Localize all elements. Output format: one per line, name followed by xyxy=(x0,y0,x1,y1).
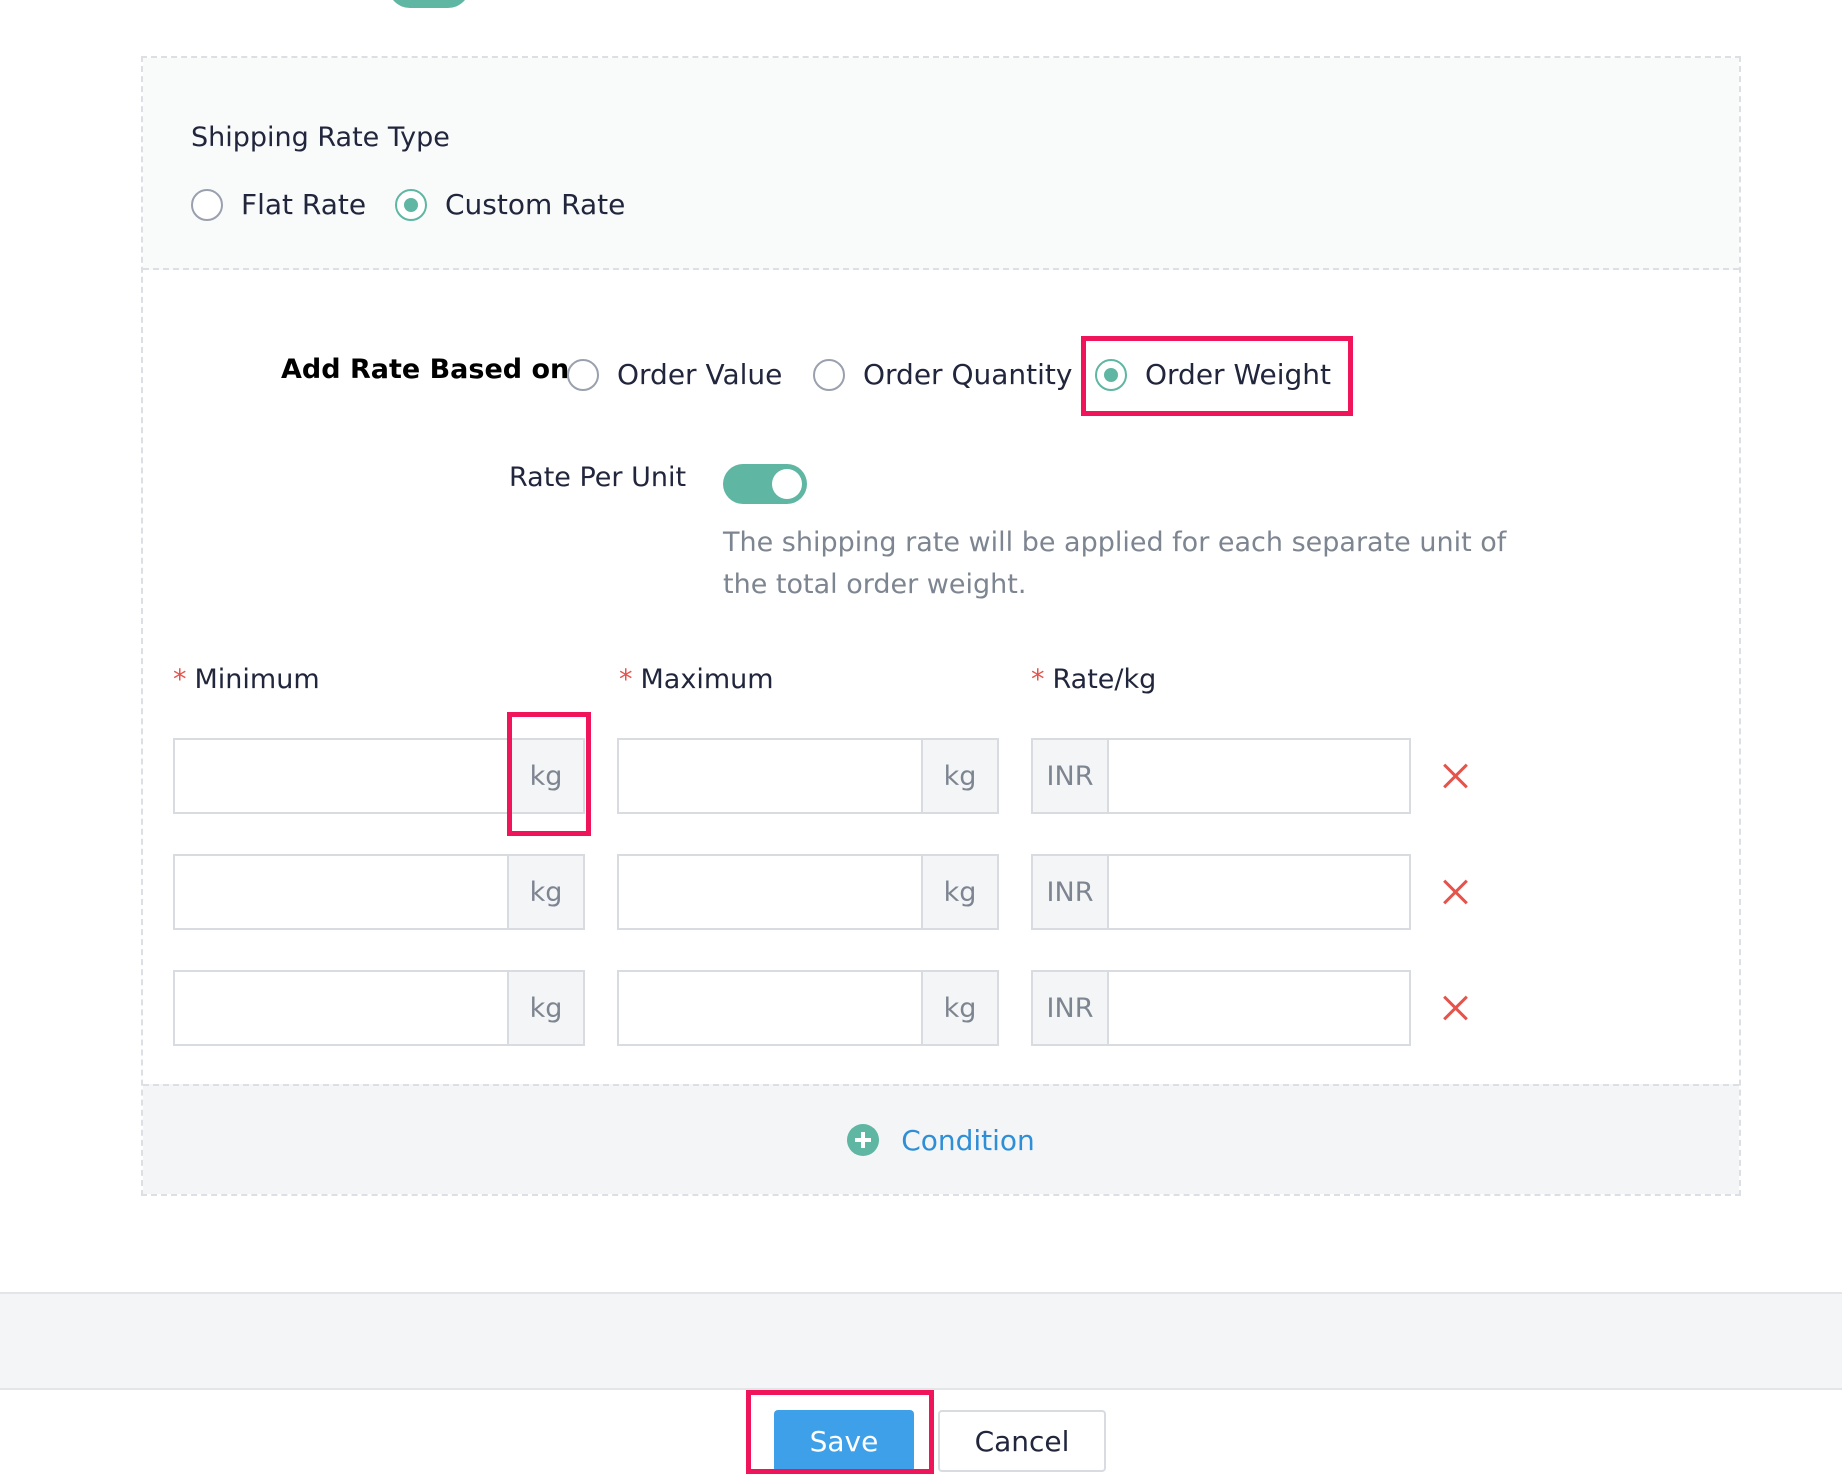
rate-input[interactable] xyxy=(1107,738,1411,814)
highlight-order-weight xyxy=(1081,336,1353,416)
radio-order-value[interactable]: Order Value xyxy=(567,358,782,391)
footer-divider-band xyxy=(0,1292,1842,1390)
maximum-input[interactable] xyxy=(617,854,923,930)
minimum-input[interactable] xyxy=(173,738,509,814)
maximum-unit-addon: kg xyxy=(921,738,999,814)
minimum-input[interactable] xyxy=(173,854,509,930)
currency-addon: INR xyxy=(1031,738,1109,814)
shipping-rate-panel: Shipping Rate Type Flat Rate Custom Rate… xyxy=(141,56,1741,1196)
toggle-knob xyxy=(772,469,802,499)
radio-label: Order Value xyxy=(617,358,783,391)
delete-row-icon[interactable] xyxy=(1441,762,1469,790)
column-rate: * Rate/kg xyxy=(1031,664,1156,695)
minimum-input[interactable] xyxy=(173,970,509,1046)
delete-row-icon[interactable] xyxy=(1441,878,1469,906)
column-minimum-label: Minimum xyxy=(194,664,320,695)
maximum-input[interactable] xyxy=(617,738,923,814)
cancel-button[interactable]: Cancel xyxy=(938,1410,1106,1472)
column-maximum: * Maximum xyxy=(619,664,774,695)
radio-flat-rate[interactable]: Flat Rate xyxy=(191,188,366,221)
currency-addon: INR xyxy=(1031,854,1109,930)
radio-circle[interactable] xyxy=(567,358,599,391)
maximum-input[interactable] xyxy=(617,970,923,1046)
radio-custom-rate[interactable]: Custom Rate xyxy=(395,188,625,221)
highlight-save-button xyxy=(746,1390,934,1474)
radio-label: Flat Rate xyxy=(241,188,367,221)
rate-input[interactable] xyxy=(1107,854,1411,930)
maximum-unit-addon: kg xyxy=(921,970,999,1046)
rate-based-on-label: Add Rate Based on xyxy=(281,354,570,385)
page: Shipping Rate Type Flat Rate Custom Rate… xyxy=(0,0,1842,1474)
rate-type-title: Shipping Rate Type xyxy=(191,122,450,153)
delete-row-icon[interactable] xyxy=(1441,994,1469,1022)
radio-circle[interactable] xyxy=(813,358,845,391)
minimum-unit-addon: kg xyxy=(507,854,585,930)
rate-per-unit-toggle[interactable] xyxy=(723,464,807,504)
radio-circle[interactable] xyxy=(191,188,223,221)
required-marker: * xyxy=(173,664,187,695)
required-marker: * xyxy=(1031,664,1045,695)
rate-input[interactable] xyxy=(1107,970,1411,1046)
top-toggle[interactable] xyxy=(388,0,470,8)
column-maximum-label: Maximum xyxy=(640,664,774,695)
required-marker: * xyxy=(619,664,633,695)
column-minimum: * Minimum xyxy=(173,664,320,695)
rate-per-unit-label: Rate Per Unit xyxy=(509,462,687,493)
highlight-kg-unit xyxy=(507,712,591,836)
rate-type-section: Shipping Rate Type Flat Rate Custom Rate xyxy=(143,58,1739,270)
plus-circle-icon[interactable] xyxy=(847,1124,880,1156)
radio-order-quantity[interactable]: Order Quantity xyxy=(813,358,1072,391)
column-rate-label: Rate/kg xyxy=(1052,664,1157,695)
rate-per-unit-helper: The shipping rate will be applied for ea… xyxy=(723,527,1507,600)
minimum-unit-addon: kg xyxy=(507,970,585,1046)
add-condition-bar: Condition xyxy=(143,1084,1739,1194)
currency-addon: INR xyxy=(1031,970,1109,1046)
add-condition-link[interactable]: Condition xyxy=(901,1124,1035,1157)
radio-circle-checked[interactable] xyxy=(395,188,427,221)
radio-label: Order Quantity xyxy=(863,358,1073,391)
radio-label: Custom Rate xyxy=(445,188,626,221)
maximum-unit-addon: kg xyxy=(921,854,999,930)
